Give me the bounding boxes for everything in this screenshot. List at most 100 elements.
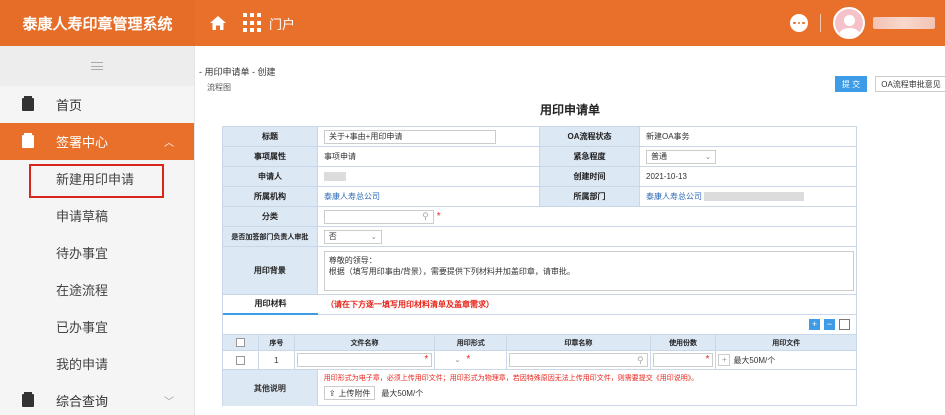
upload-row: ⇪ 上传附件 最大50M/个 [323, 386, 856, 400]
doc-icon [22, 392, 34, 407]
sidebar-item-home[interactable]: 首页 [0, 86, 194, 123]
chevron-down-icon: ⌄ [454, 357, 461, 364]
row-index: 1 [259, 351, 295, 369]
org-label: 所属机构 [223, 187, 318, 206]
background-cell: 尊敬的领导： 根据（填写用印事由/背景），需要提供下列材料并加盖印章，请审批。 [318, 247, 856, 294]
plus-icon[interactable]: + [809, 319, 820, 330]
upload-attachment-button[interactable]: ⇪ 上传附件 [323, 386, 376, 400]
title-input[interactable]: 关于+事由+用印申请 [324, 129, 496, 144]
sidebar-sub-my-applications[interactable]: 我的申请 [0, 345, 194, 382]
category-input[interactable]: ⚲ [323, 209, 434, 224]
chevron-down-icon: ⌄ [705, 153, 711, 161]
sidebar-item-sign-center[interactable]: 签署中心 ︿ [0, 123, 194, 160]
sidebar-item-label: 首页 [56, 98, 83, 113]
portal-link[interactable]: 门户 [269, 14, 295, 33]
top-right [790, 0, 945, 46]
upload-icon[interactable]: + [718, 354, 731, 366]
dept-blur [704, 192, 804, 201]
sidebar-sub-done[interactable]: 已办事宜 [0, 308, 194, 345]
col-index: 序号 [258, 335, 295, 350]
urgency-cell: 普通 ⌄ [640, 147, 856, 166]
upload-icon: ⇪ [328, 388, 336, 398]
grid-icon[interactable] [243, 13, 263, 33]
urgency-select[interactable]: 普通 ⌄ [646, 149, 716, 164]
notes-max-size: 最大50M/个 [381, 388, 424, 398]
menu-toggle-icon[interactable] [0, 46, 194, 86]
submit-button[interactable]: 提 交 [835, 76, 867, 92]
required-mark: * [436, 210, 441, 222]
approval-value: 否 [328, 232, 337, 241]
file-name-input[interactable]: * [296, 353, 433, 367]
sidebar-sub-todo[interactable]: 待办事宜 [0, 234, 194, 271]
form-row: 分类 ⚲ * [223, 207, 856, 227]
notes-text: 用印形式为电子章，必须上传用印文件；用印形式为物理章，若因特殊原因无法上传用印文… [323, 375, 699, 382]
applicant-label: 申请人 [223, 167, 318, 186]
copies-input[interactable]: * [652, 353, 714, 367]
sidebar-sub-label: 待办事宜 [56, 246, 109, 261]
sidebar-sub-label: 我的申请 [56, 357, 109, 372]
avatar[interactable] [833, 7, 865, 39]
copies-cell: * [651, 351, 717, 369]
attr-label: 事项属性 [223, 147, 318, 166]
required-mark: * [466, 354, 471, 365]
attr-value: 事项申请 [318, 147, 540, 166]
sidebar-sub-drafts[interactable]: 申请草稿 [0, 197, 194, 234]
seal-form-cell: ⌄ * [435, 351, 508, 369]
approval-select[interactable]: 否 ⌄ [323, 229, 382, 244]
flow-chart-link[interactable]: 流程图 [207, 82, 231, 93]
sidebar-sub-in-progress[interactable]: 在途流程 [0, 271, 194, 308]
sidebar-sub-label: 新建用印申请 [56, 172, 135, 187]
search-icon: ⚲ [637, 354, 644, 365]
created-value: 2021-10-13 [646, 172, 687, 181]
table-toolbar: + − [223, 315, 856, 335]
doc-icon [22, 133, 34, 148]
form-row: 用印背景 尊敬的领导： 根据（填写用印事由/背景），需要提供下列材料并加盖印章，… [223, 247, 856, 295]
seal-name-cell: ⚲ [507, 351, 651, 369]
applicant-name-blur [324, 172, 346, 181]
required-mark: * [705, 354, 710, 365]
more-icon[interactable] [790, 14, 808, 32]
row-check-cell [223, 351, 259, 369]
required-mark: * [424, 354, 429, 365]
select-all-cell [223, 335, 259, 350]
approval-cell: 否 ⌄ [318, 227, 856, 246]
chevron-down-icon: ⌄ [370, 233, 377, 241]
user-name[interactable] [873, 17, 935, 29]
sidebar-sub-label: 申请草稿 [56, 209, 109, 224]
doc-icon [22, 96, 34, 111]
dept-cell: 泰康人寿总公司 [640, 187, 856, 206]
minus-icon[interactable]: − [824, 319, 835, 330]
copy-icon[interactable] [839, 319, 850, 330]
urgency-label: 紧急程度 [540, 147, 640, 166]
background-label: 用印背景 [223, 247, 318, 294]
home-icon[interactable] [207, 12, 229, 34]
chevron-down-icon: ﹀ [164, 397, 174, 408]
seal-name-input[interactable]: ⚲ [509, 353, 648, 367]
app-title: 泰康人寿印章管理系统 [0, 0, 195, 46]
select-all-checkbox[interactable] [235, 338, 245, 347]
top-bar: 泰康人寿印章管理系统 门户 [0, 0, 945, 46]
tab-materials[interactable]: 用印材料 [223, 295, 318, 315]
materials-header: 用印材料 （请在下方逐一填写用印材料清单及盖章需求） [223, 295, 856, 315]
category-cell: ⚲ * [318, 207, 856, 226]
background-textarea[interactable]: 尊敬的领导： 根据（填写用印事由/背景），需要提供下列材料并加盖印章，请审批。 [323, 250, 854, 291]
sidebar-item-query[interactable]: 综合查询 ﹀ [0, 382, 194, 415]
form-row: 所属机构 泰康人寿总公司 所属部门 泰康人寿总公司 [223, 187, 856, 207]
form-row: 是否加签部门负责人审批 否 ⌄ [223, 227, 856, 247]
file-name-cell: * [295, 351, 436, 369]
main-content: - 用印申请单 - 创建 流程图 提 交 OA流程审批意见 用印申请单 标题 关… [195, 46, 945, 415]
application-form: 标题 关于+事由+用印申请 OA流程状态 新建OA事务 事项属性 事项申请 紧急… [222, 126, 857, 406]
top-nav: 门户 [195, 0, 295, 46]
upload-label: 上传附件 [338, 388, 371, 398]
notes-row: 其他说明 用印形式为电子章，必须上传用印文件；用印形式为物理章，若因特殊原因无法… [223, 370, 856, 406]
col-copies: 使用份数 [650, 335, 717, 350]
dept-value: 泰康人寿总公司 [646, 192, 702, 201]
seal-form-select[interactable]: ⌄ [437, 353, 464, 367]
sidebar-sub-label: 在途流程 [56, 283, 109, 298]
sidebar-sub-new-application[interactable]: 新建用印申请 [0, 160, 194, 198]
row-checkbox[interactable] [235, 355, 245, 365]
form-title: 用印申请单 [539, 103, 600, 117]
oa-status-label: OA流程状态 [540, 127, 640, 146]
oa-opinion-button[interactable]: OA流程审批意见 [875, 76, 945, 92]
form-row: 标题 关于+事由+用印申请 OA流程状态 新建OA事务 [223, 127, 856, 147]
